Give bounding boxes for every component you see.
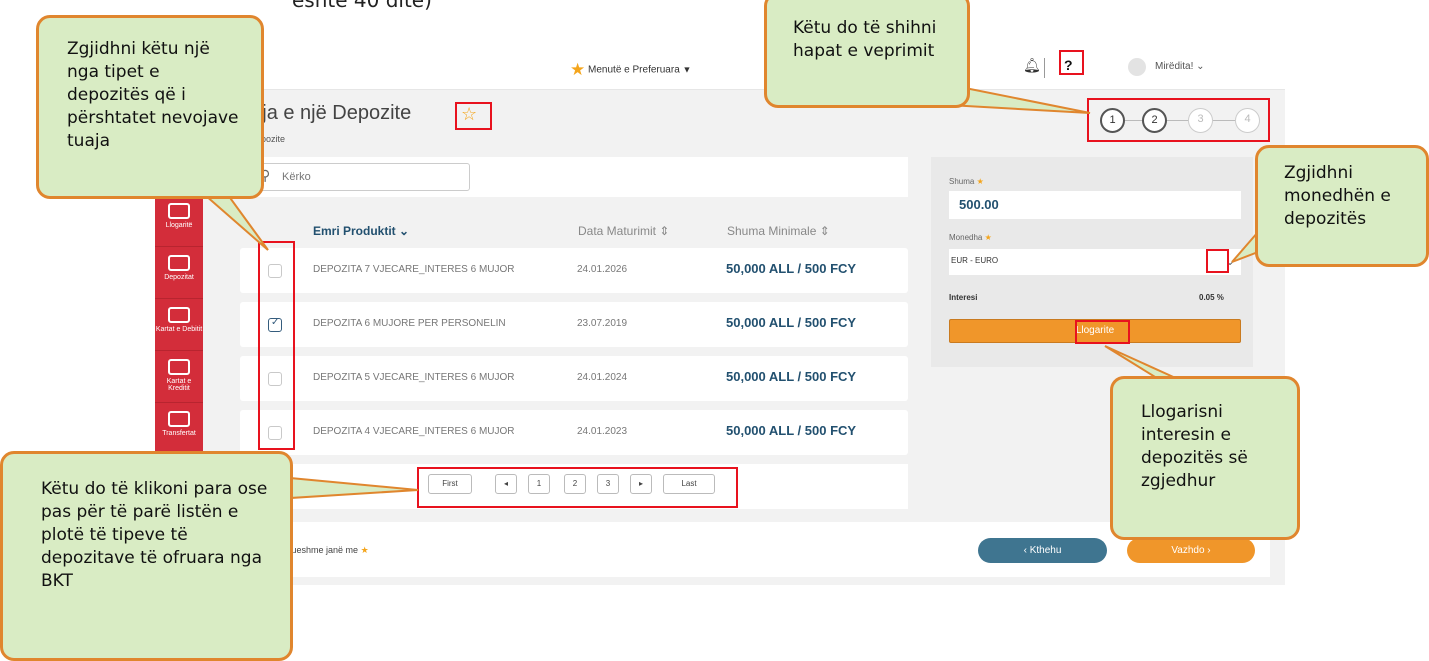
callout-interest: Llogarisni interesin e depozitës së zgje… bbox=[1110, 376, 1300, 540]
pointer-interest bbox=[1104, 345, 1181, 381]
pointer-pagination bbox=[289, 476, 419, 500]
callout-steps: Këtu do të shihni hapat e veprimit bbox=[764, 0, 970, 108]
callout-currency: Zgjidhni monedhën e depozitës bbox=[1255, 145, 1429, 267]
callout-product-type: Zgjidhni këtu një nga tipet e depozitës … bbox=[36, 15, 264, 199]
pointer-product-type bbox=[202, 194, 269, 251]
callout-pagination: Këtu do të klikoni para ose pas për të p… bbox=[0, 451, 293, 661]
